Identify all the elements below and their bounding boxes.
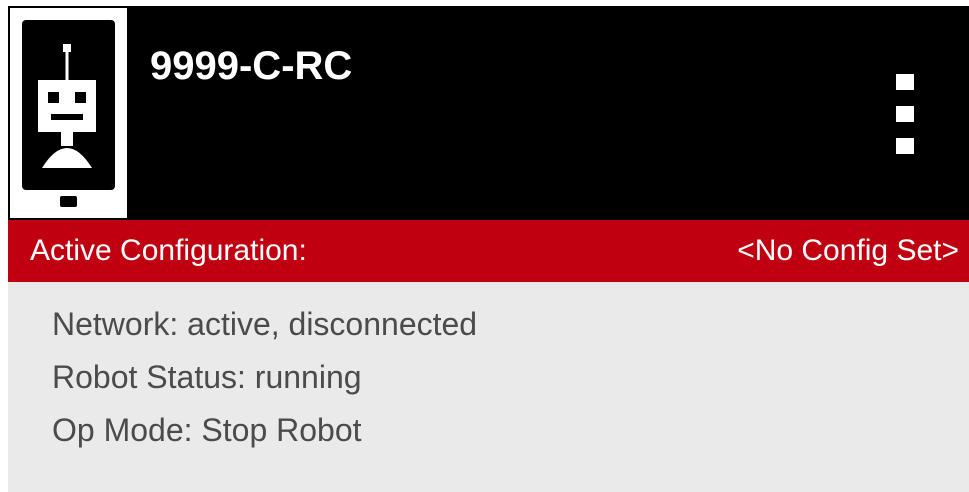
menu-dot [896,106,914,122]
active-configuration-bar: Active Configuration: <No Config Set> [8,220,969,282]
app-header: 9999-C-RC [8,6,969,220]
app-title: 9999-C-RC [150,44,353,88]
menu-dot [896,138,914,154]
menu-dot [896,74,914,90]
network-status: Network: active, disconnected [52,306,478,342]
op-mode-status: Op Mode: Stop Robot [52,412,362,448]
overflow-menu-button[interactable] [880,68,930,160]
status-panel: Network: active, disconnected Robot Stat… [8,282,969,492]
active-configuration-label: Active Configuration: [30,234,307,267]
active-configuration-value: <No Config Set> [737,234,959,267]
robot-phone-icon [10,8,127,218]
robot-status: Robot Status: running [52,359,362,395]
robot-controller-app: 9999-C-RC Active Configuration: <No Conf… [8,6,969,492]
